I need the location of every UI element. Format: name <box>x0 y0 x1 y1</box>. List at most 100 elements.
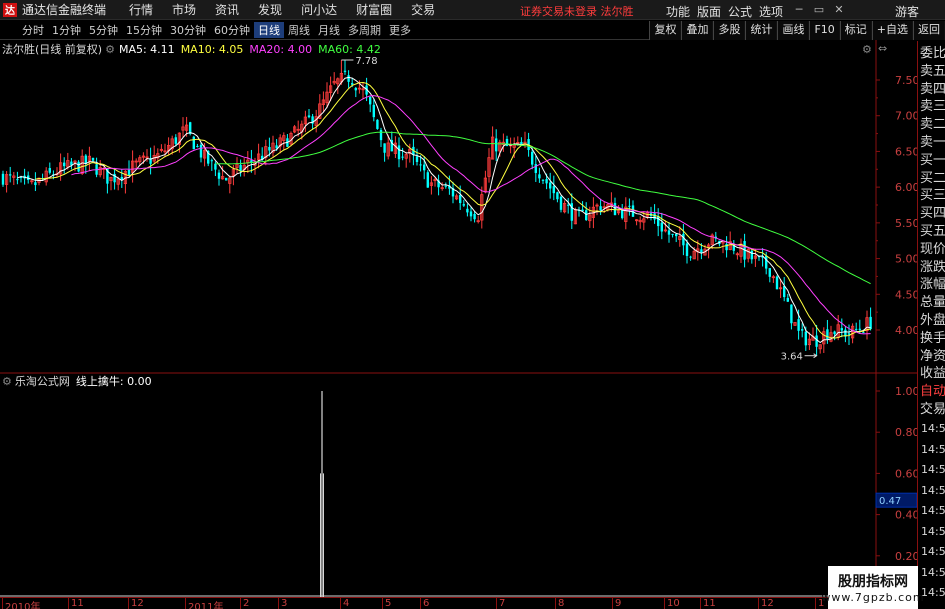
candle-body <box>495 138 498 152</box>
period-daily[interactable]: 日线 <box>254 22 284 38</box>
back-button[interactable]: 返回 <box>913 21 945 40</box>
candle-body <box>1 173 5 185</box>
candle-body <box>801 329 804 331</box>
candle-body <box>347 75 350 82</box>
overlay-button[interactable]: 叠加 <box>681 21 714 40</box>
indicator-tick-label: 0.80 <box>895 426 917 439</box>
tick-time: 14:56 <box>921 422 945 435</box>
stats-button[interactable]: 统计 <box>745 21 778 40</box>
menu-hangqing[interactable]: 行情 <box>129 1 153 18</box>
period-monthly[interactable]: 月线 <box>314 22 344 38</box>
candle-body <box>541 179 545 181</box>
period-fenshi[interactable]: 分时 <box>18 22 48 38</box>
side-label-4: 卖二 <box>920 117 945 133</box>
candle-body <box>91 157 95 161</box>
menu-banmian[interactable]: 版面 <box>697 3 721 20</box>
period-toolbar: 分时 1分钟 5分钟 15分钟 30分钟 60分钟 日线 周线 月线 多周期 更… <box>0 21 945 40</box>
candle-body <box>397 145 401 160</box>
price-tick-label: 4.00 <box>895 324 917 337</box>
menu-gongshi[interactable]: 公式 <box>728 3 752 20</box>
side-label-16: 换手 <box>920 330 945 346</box>
indicator-tick-label: 1.00 <box>895 385 917 398</box>
tick-time: 14:56 <box>921 442 945 456</box>
candle-body <box>307 115 311 118</box>
app-logo-icon: 达 <box>3 2 17 17</box>
menu-wenxiaoda[interactable]: 问小达 <box>301 1 337 18</box>
formula-name[interactable]: 乐淘公式网 <box>15 373 70 389</box>
user-label[interactable]: 游客 <box>895 3 919 20</box>
add-watchlist-button[interactable]: +自选 <box>871 21 913 40</box>
candle-body <box>459 194 462 204</box>
close-icon[interactable]: ✕ <box>831 2 847 18</box>
period-weekly[interactable]: 周线 <box>284 22 314 38</box>
candle-body <box>192 136 195 150</box>
candle-body <box>862 332 865 334</box>
period-5min[interactable]: 5分钟 <box>85 22 122 38</box>
candle-body <box>217 172 221 179</box>
date-label: 12 <box>761 598 774 609</box>
formula-toggle-icon[interactable]: ⚙ <box>2 375 12 388</box>
candle-body <box>804 331 807 346</box>
candle-body <box>444 185 447 187</box>
period-30min[interactable]: 30分钟 <box>166 22 210 38</box>
menu-faxian[interactable]: 发现 <box>258 1 282 18</box>
menu-shichang[interactable]: 市场 <box>172 1 196 18</box>
auto-trade-label[interactable]: 自动 <box>920 383 945 401</box>
candle-body <box>174 137 177 144</box>
price-tick-label: 5.50 <box>895 217 917 230</box>
kline-chart[interactable]: 7.78 3.64 7.50 7.00 6.50 6.00 5.50 5.00 4.50 4.0… <box>0 40 917 597</box>
candle-body <box>196 145 199 147</box>
candle-body <box>855 328 858 330</box>
f10-button[interactable]: F10 <box>809 21 840 40</box>
chart-settings-icon[interactable]: ⚙ <box>862 43 872 56</box>
candle-body <box>675 233 678 237</box>
mark-button[interactable]: 标记 <box>839 21 872 40</box>
candle-body <box>613 203 617 216</box>
date-tick <box>612 598 613 609</box>
period-1min[interactable]: 1分钟 <box>48 22 85 38</box>
period-more[interactable]: 更多 <box>385 22 415 38</box>
candle-body <box>469 211 473 217</box>
price-tick-label: 5.00 <box>895 253 917 266</box>
login-status[interactable]: 证券交易未登录 法尔胜 <box>520 3 634 19</box>
fuquan-button[interactable]: 复权 <box>649 21 682 40</box>
side-label-13: 涨幅 <box>920 277 945 293</box>
restore-icon[interactable]: ▭ <box>811 2 827 18</box>
date-tick <box>128 598 129 609</box>
trade-label[interactable]: 交易 <box>920 401 945 419</box>
candle-body <box>63 162 66 167</box>
multi-stock-button[interactable]: 多股 <box>713 21 746 40</box>
menu-gongneng[interactable]: 功能 <box>666 3 690 20</box>
watermark-title: 股朋指标网 <box>838 574 908 590</box>
menu-xuanxiang[interactable]: 选项 <box>759 3 783 20</box>
side-label-7: 买二 <box>920 170 945 186</box>
date-label: 4 <box>343 598 350 609</box>
settings-icon[interactable]: ⚙ <box>105 43 115 56</box>
minimize-icon[interactable]: ─ <box>791 2 807 18</box>
candle-body <box>16 179 19 181</box>
side-label-5: 卖一 <box>920 135 945 150</box>
date-label: 2011年 <box>188 602 224 609</box>
app-window: 达 通达信金融终端 行情 市场 资讯 发现 问小达 财富圈 交易 证券交易未登录… <box>0 0 945 609</box>
period-multi[interactable]: 多周期 <box>344 22 385 38</box>
candle-body <box>660 222 663 232</box>
period-15min[interactable]: 15分钟 <box>122 22 166 38</box>
candle-body <box>765 255 768 269</box>
price-tick-label: 4.50 <box>895 288 917 301</box>
period-60min[interactable]: 60分钟 <box>210 22 254 38</box>
menu-zixun[interactable]: 资讯 <box>215 1 239 18</box>
candle-body <box>833 331 836 335</box>
draw-line-button[interactable]: 画线 <box>777 21 810 40</box>
menu-caifuquan[interactable]: 财富圈 <box>356 1 392 18</box>
side-label-3: 卖三 <box>920 99 945 115</box>
candle-body <box>127 169 131 175</box>
tick-time: 14:56 <box>921 463 945 476</box>
stock-title[interactable]: 法尔胜(日线 前复权) <box>2 41 102 57</box>
candle-body <box>268 146 271 151</box>
candle-body <box>682 233 685 246</box>
candle-body <box>343 70 347 72</box>
menu-jiaoyi[interactable]: 交易 <box>411 1 435 18</box>
indicator-tick-label: 0.20 <box>895 550 917 563</box>
chart-expand-icon[interactable]: ⇔ <box>878 42 887 55</box>
ma60-label: MA60: 4.42 <box>318 42 381 56</box>
